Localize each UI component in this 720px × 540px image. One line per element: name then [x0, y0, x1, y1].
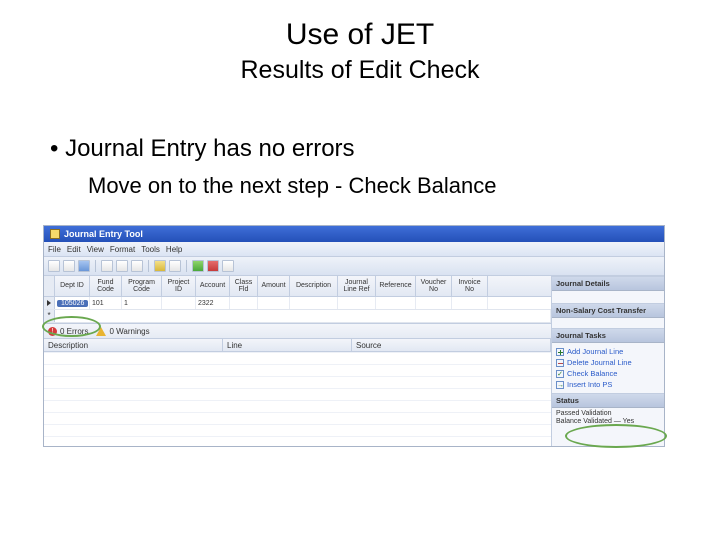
cell-program-code[interactable]: 1: [122, 297, 162, 309]
menu-tools[interactable]: Tools: [141, 245, 160, 254]
check-icon: [556, 370, 564, 378]
arrow-icon: [556, 381, 564, 389]
msg-col-line[interactable]: Line: [223, 339, 352, 351]
toolbar-folder-icon[interactable]: [154, 260, 166, 272]
toolbar: [44, 257, 664, 276]
msg-col-source[interactable]: Source: [352, 339, 551, 351]
col-reference[interactable]: Reference: [376, 276, 416, 296]
slide-title-2: Results of Edit Check: [0, 56, 720, 85]
cell-dept-id[interactable]: 105026: [57, 300, 88, 307]
screenshot-window: Journal Entry Tool File Edit View Format…: [43, 225, 665, 447]
messages-header: Description Line Source: [44, 339, 551, 352]
menu-view[interactable]: View: [87, 245, 104, 254]
link-insert-ps-label: Insert Into PS: [567, 380, 612, 389]
link-check-balance-label: Check Balance: [567, 369, 617, 378]
toolbar-cut-icon[interactable]: [101, 260, 113, 272]
error-icon: !: [48, 327, 57, 336]
col-class-fld[interactable]: Class Fld: [230, 276, 258, 296]
cell-invoice-no[interactable]: [452, 297, 488, 309]
plus-icon: [556, 348, 564, 356]
toolbar-help-icon[interactable]: [222, 260, 234, 272]
row-selector-icon: [47, 300, 51, 306]
new-row-icon: *: [47, 312, 50, 320]
right-panel: Journal Details Non-Salary Cost Transfer…: [552, 276, 664, 447]
link-insert-ps[interactable]: Insert Into PS: [556, 379, 660, 390]
section-status[interactable]: Status: [552, 393, 664, 408]
menu-bar: File Edit View Format Tools Help: [44, 242, 664, 257]
menu-edit[interactable]: Edit: [67, 245, 81, 254]
menu-format[interactable]: Format: [110, 245, 135, 254]
warnings-label: 0 Warnings: [109, 327, 149, 336]
col-description[interactable]: Description: [290, 276, 338, 296]
link-check-balance[interactable]: Check Balance: [556, 368, 660, 379]
cell-reference[interactable]: [376, 297, 416, 309]
col-amount[interactable]: Amount: [258, 276, 290, 296]
menu-file[interactable]: File: [48, 245, 61, 254]
section-journal-tasks[interactable]: Journal Tasks: [552, 328, 664, 343]
toolbar-print-icon[interactable]: [169, 260, 181, 272]
cell-class-fld[interactable]: [230, 297, 258, 309]
col-program-code[interactable]: Program Code: [122, 276, 162, 296]
status-line-1: Passed Validation: [556, 410, 660, 418]
warning-icon: [96, 327, 106, 336]
errors-label: 0 Errors: [60, 327, 88, 336]
col-voucher-no[interactable]: Voucher No: [416, 276, 452, 296]
link-delete-line-label: Delete Journal Line: [567, 358, 632, 367]
messages-grid: [44, 352, 551, 447]
cell-project-id[interactable]: [162, 297, 196, 309]
app-icon: [50, 229, 60, 239]
cell-description[interactable]: [290, 297, 338, 309]
col-account[interactable]: Account: [196, 276, 230, 296]
status-line-2: Balance Validated — Yes: [556, 418, 660, 426]
section-nsct[interactable]: Non-Salary Cost Transfer: [552, 303, 664, 318]
toolbar-delete-icon[interactable]: [207, 260, 219, 272]
msg-col-description[interactable]: Description: [44, 339, 223, 351]
section-journal-details[interactable]: Journal Details: [552, 276, 664, 291]
window-titlebar: Journal Entry Tool: [44, 226, 664, 242]
col-project-id[interactable]: Project ID: [162, 276, 196, 296]
col-journal-line-ref[interactable]: Journal Line Ref: [338, 276, 376, 296]
toolbar-check-icon[interactable]: [192, 260, 204, 272]
cell-journal-line-ref[interactable]: [338, 297, 376, 309]
left-panel: Dept ID Fund Code Program Code Project I…: [44, 276, 552, 447]
grid-row-1[interactable]: 105026 101 1 2322: [44, 297, 551, 310]
errors-badge[interactable]: ! 0 Errors: [48, 327, 88, 336]
toolbar-copy-icon[interactable]: [116, 260, 128, 272]
cell-account[interactable]: 2322: [196, 297, 230, 309]
link-add-line-label: Add Journal Line: [567, 347, 623, 356]
validation-status-bar: ! 0 Errors 0 Warnings: [44, 323, 551, 339]
toolbar-save-icon[interactable]: [78, 260, 90, 272]
menu-help[interactable]: Help: [166, 245, 182, 254]
bullet-1: • Journal Entry has no errors: [50, 135, 720, 163]
minus-icon: [556, 359, 564, 367]
bullet-2: Move on to the next step - Check Balance: [88, 173, 720, 199]
tasks-body: Add Journal Line Delete Journal Line Che…: [552, 343, 664, 393]
toolbar-new-icon[interactable]: [48, 260, 60, 272]
toolbar-paste-icon[interactable]: [131, 260, 143, 272]
window-title: Journal Entry Tool: [64, 229, 143, 239]
link-add-line[interactable]: Add Journal Line: [556, 346, 660, 357]
cell-fund-code[interactable]: 101: [90, 297, 122, 309]
cell-voucher-no[interactable]: [416, 297, 452, 309]
status-body: Passed Validation Balance Validated — Ye…: [552, 408, 664, 447]
toolbar-open-icon[interactable]: [63, 260, 75, 272]
link-delete-line[interactable]: Delete Journal Line: [556, 357, 660, 368]
col-dept-id[interactable]: Dept ID: [55, 276, 90, 296]
grid-column-headers: Dept ID Fund Code Program Code Project I…: [44, 276, 551, 297]
grid-row-new[interactable]: *: [44, 310, 551, 323]
warnings-badge[interactable]: 0 Warnings: [96, 327, 149, 336]
col-fund-code[interactable]: Fund Code: [90, 276, 122, 296]
col-invoice-no[interactable]: Invoice No: [452, 276, 488, 296]
slide-title-1: Use of JET: [0, 18, 720, 52]
cell-amount[interactable]: [258, 297, 290, 309]
